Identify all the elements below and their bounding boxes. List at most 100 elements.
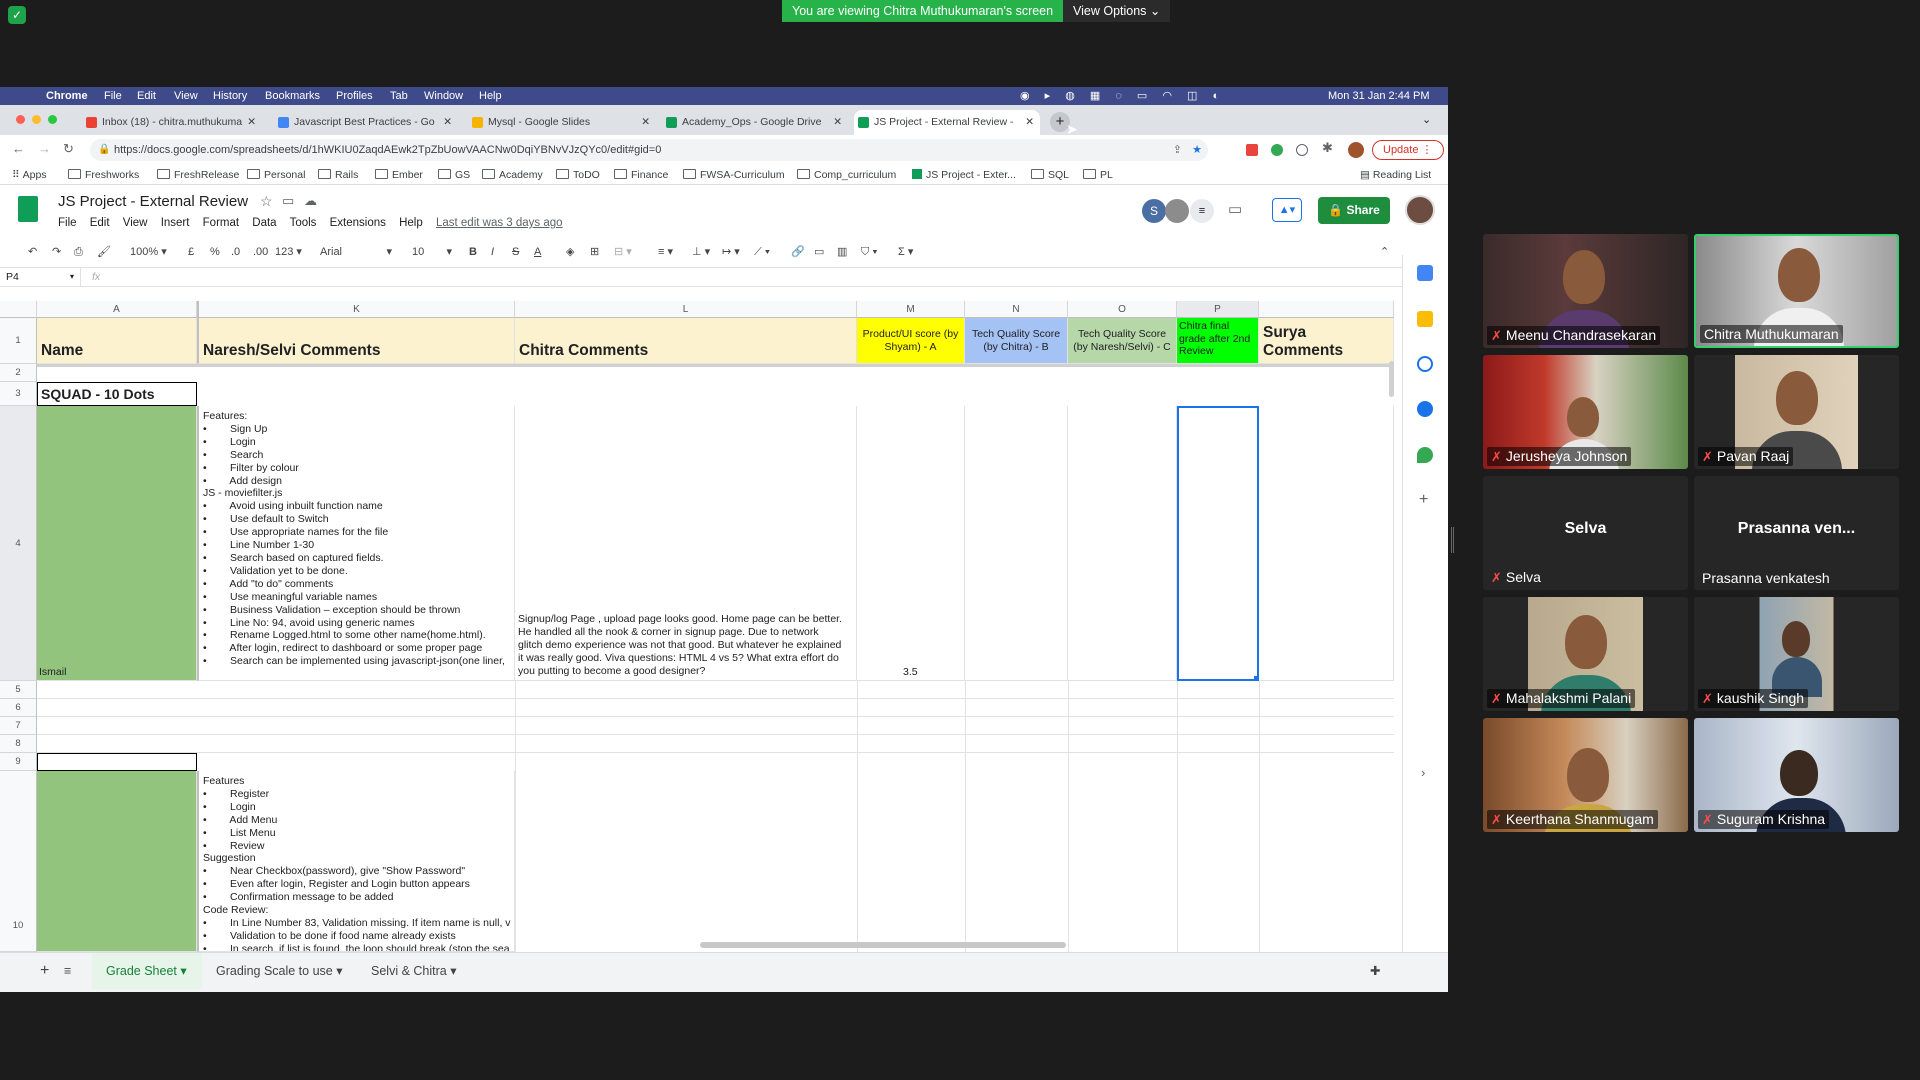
lock-icon[interactable]: 🔒 bbox=[98, 139, 110, 161]
header-chitra-final-grade[interactable]: Chitra final grade after 2nd Review bbox=[1177, 318, 1259, 364]
bookmark-folder[interactable]: Ember bbox=[375, 165, 423, 185]
participant-tile[interactable]: ✗ Mahalakshmi Palani bbox=[1483, 597, 1688, 711]
forward-arrow-icon[interactable]: → bbox=[38, 141, 51, 156]
bold-icon[interactable]: B bbox=[469, 238, 477, 266]
formula-input[interactable] bbox=[118, 268, 1438, 286]
tech-score-naresh-row4[interactable] bbox=[1068, 406, 1177, 681]
bookmark-folder[interactable]: Rails bbox=[318, 165, 358, 185]
menu-extensions[interactable]: Extensions bbox=[330, 217, 386, 229]
share-page-icon[interactable]: ⇪ bbox=[1173, 139, 1182, 161]
bookmark-folder[interactable]: Academy bbox=[482, 165, 543, 185]
menu-view[interactable]: View bbox=[174, 87, 198, 105]
menu-bookmarks[interactable]: Bookmarks bbox=[265, 87, 320, 105]
maximize-window-icon[interactable] bbox=[48, 115, 57, 124]
close-tab-icon[interactable]: ✕ bbox=[641, 110, 650, 135]
tab-js-best-practices[interactable]: Javascript Best Practices - Go ✕ bbox=[274, 110, 458, 135]
participant-tile[interactable]: Selva ✗ Selva bbox=[1483, 476, 1688, 590]
selected-cell-p4[interactable] bbox=[1177, 406, 1259, 681]
row-header-9[interactable]: 9 bbox=[0, 753, 37, 771]
name-cell-row4[interactable]: Ismail bbox=[37, 406, 197, 681]
naresh-comments-row10[interactable]: Features • Register • Login • Add Menu •… bbox=[197, 771, 515, 952]
close-tab-icon[interactable]: ✕ bbox=[833, 110, 842, 135]
squad-title-cell[interactable]: SQUAD - 10 Dots bbox=[37, 382, 197, 406]
all-sheets-list-icon[interactable]: ≡ bbox=[64, 953, 71, 989]
participant-tile[interactable]: ✗ Suguram Krishna bbox=[1694, 718, 1899, 832]
menu-help[interactable]: Help bbox=[399, 217, 423, 229]
tab-academy-drive[interactable]: Academy_Ops - Google Drive ✕ bbox=[662, 110, 848, 135]
header-surya-comments[interactable]: Surya Comments bbox=[1259, 318, 1394, 364]
update-button[interactable]: Update ⋮ bbox=[1372, 140, 1444, 160]
bookmark-folder[interactable]: Comp_curriculum bbox=[797, 165, 896, 185]
redo-icon[interactable]: ↷ bbox=[52, 238, 61, 266]
collaborator-avatar[interactable]: S bbox=[1142, 199, 1166, 223]
paint-format-icon[interactable]: 🖌 bbox=[97, 238, 111, 266]
vertical-scrollbar[interactable] bbox=[1389, 361, 1394, 397]
app-menu-chrome[interactable]: Chrome bbox=[46, 87, 88, 105]
menu-profiles[interactable]: Profiles bbox=[336, 87, 373, 105]
strikethrough-icon[interactable]: S bbox=[512, 238, 519, 266]
surya-comments-row4[interactable] bbox=[1259, 406, 1394, 681]
zoom-select[interactable]: 100% ▾ bbox=[130, 238, 167, 266]
tab-inbox[interactable]: Inbox (18) - chitra.muthukuma ✕ bbox=[82, 110, 262, 135]
grammarly-icon[interactable] bbox=[1271, 144, 1283, 156]
decrease-decimal-button[interactable]: .0 bbox=[231, 238, 240, 266]
extensions-puzzle-icon[interactable]: ✱ bbox=[1322, 140, 1333, 156]
menu-help[interactable]: Help bbox=[479, 87, 502, 105]
empty-bordered-cell[interactable] bbox=[37, 753, 197, 771]
menu-edit[interactable]: Edit bbox=[137, 87, 156, 105]
row-header-5[interactable]: 5 bbox=[0, 681, 37, 699]
bookmark-star-icon[interactable]: ★ bbox=[1192, 139, 1202, 161]
collapse-toolbar-icon[interactable]: ⌃ bbox=[1380, 238, 1389, 266]
functions-icon[interactable]: Σ ▾ bbox=[898, 238, 913, 266]
bookmark-folder[interactable]: ToDO bbox=[556, 165, 600, 185]
participant-tile[interactable]: ✗ Jerusheya Johnson bbox=[1483, 355, 1688, 469]
keep-icon[interactable] bbox=[1417, 311, 1433, 327]
add-addon-plus-icon[interactable]: + bbox=[1419, 491, 1428, 509]
bookmark-folder[interactable]: FreshRelease bbox=[157, 165, 239, 185]
calendar-icon[interactable] bbox=[1417, 265, 1433, 281]
frozen-row-divider[interactable] bbox=[37, 364, 1394, 367]
menu-edit[interactable]: Edit bbox=[90, 217, 110, 229]
row-header-2[interactable]: 2 bbox=[0, 364, 37, 382]
font-size-select[interactable]: 10 ▾ bbox=[412, 238, 452, 266]
tasks-icon[interactable] bbox=[1417, 356, 1433, 372]
fill-color-icon[interactable]: ◈ bbox=[566, 238, 574, 266]
more-formats-button[interactable]: 123 ▾ bbox=[275, 238, 302, 266]
menu-file[interactable]: File bbox=[104, 87, 122, 105]
minimize-window-icon[interactable] bbox=[32, 115, 41, 124]
currency-format-button[interactable]: £ bbox=[188, 238, 194, 266]
reading-list-button[interactable]: ▤ Reading List bbox=[1360, 165, 1431, 185]
menu-history[interactable]: History bbox=[213, 87, 247, 105]
sheet-tab-grade-sheet[interactable]: Grade Sheet ▾ bbox=[92, 953, 202, 989]
tech-score-chitra-row4[interactable] bbox=[965, 406, 1068, 681]
italic-icon[interactable]: I bbox=[491, 238, 494, 266]
close-tab-icon[interactable]: ✕ bbox=[443, 110, 452, 135]
present-meeting-icon[interactable]: ▲▾ bbox=[1272, 198, 1302, 222]
row-header-4[interactable]: 4 bbox=[0, 406, 37, 681]
header-product-ui-score[interactable]: Product/UI score (by Shyam) - A bbox=[857, 318, 965, 364]
row-header-6[interactable]: 6 bbox=[0, 699, 37, 717]
column-header-p[interactable]: P bbox=[1177, 301, 1259, 318]
menu-view[interactable]: View bbox=[123, 217, 148, 229]
header-tech-score-naresh[interactable]: Tech Quality Score (by Naresh/Selvi) - C bbox=[1068, 318, 1177, 364]
profile-avatar[interactable] bbox=[1348, 142, 1364, 158]
star-icon[interactable]: ☆ bbox=[260, 193, 273, 210]
column-header-o[interactable]: O bbox=[1068, 301, 1177, 318]
move-folder-icon[interactable]: ▭ bbox=[282, 193, 294, 209]
text-rotation-icon[interactable]: ⟋ ▾ bbox=[754, 238, 770, 266]
row-header-7[interactable]: 7 bbox=[0, 717, 37, 735]
extension-red-icon[interactable] bbox=[1246, 144, 1258, 156]
column-header-a[interactable]: A bbox=[37, 301, 197, 318]
bookmark-folder[interactable]: Finance bbox=[614, 165, 668, 185]
participant-tile[interactable]: Prasanna ven... Prasanna venkatesh bbox=[1694, 476, 1899, 590]
filter-icon[interactable]: ⛉ ▾ bbox=[861, 238, 878, 266]
undo-icon[interactable]: ↶ bbox=[28, 238, 37, 266]
column-header-q[interactable] bbox=[1259, 301, 1394, 318]
bookmark-folder[interactable]: PL bbox=[1083, 165, 1113, 185]
participant-tile[interactable]: ✗ kaushik Singh bbox=[1694, 597, 1899, 711]
close-tab-icon[interactable]: ✕ bbox=[247, 110, 256, 135]
extension-circle-icon[interactable] bbox=[1296, 144, 1308, 156]
text-color-icon[interactable]: A bbox=[534, 238, 541, 266]
column-header-l[interactable]: L bbox=[515, 301, 857, 318]
bookmark-folder[interactable]: GS bbox=[438, 165, 470, 185]
